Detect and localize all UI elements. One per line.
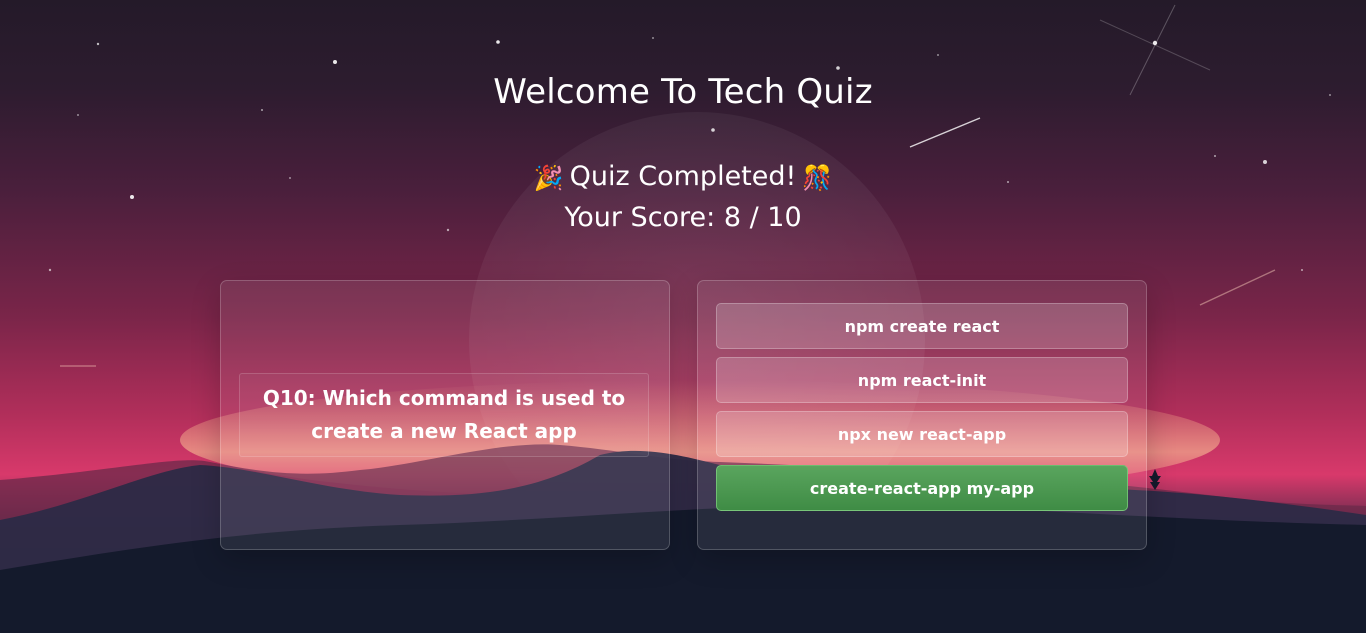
shooting-star: [1199, 269, 1276, 306]
score-text: Your Score: 8 / 10: [564, 202, 802, 233]
question-text: Which command is used to create a new Re…: [311, 386, 626, 443]
completion-message: 🎉 Quiz Completed! 🎊: [0, 158, 1366, 196]
answer-option[interactable]: npx new react-app: [716, 411, 1128, 457]
tree-silhouette: [1149, 469, 1161, 490]
party-popper-icon: 🎉: [533, 163, 564, 192]
question-text-wrapper: Q10: Which command is used to create a n…: [260, 382, 628, 448]
shooting-star: [1099, 19, 1211, 71]
answer-option-correct[interactable]: create-react-app my-app: [716, 465, 1128, 511]
quiz-result: 🎉 Quiz Completed! 🎊 Your Score: 8 / 10: [0, 158, 1366, 233]
confetti-ball-icon: 🎊: [802, 163, 833, 192]
question-number: Q10:: [262, 386, 316, 410]
shooting-star: [909, 117, 981, 148]
answer-options: npm create react npm react-init npx new …: [716, 303, 1128, 519]
options-panel: npm create react npm react-init npx new …: [697, 280, 1147, 550]
answer-option[interactable]: npm react-init: [716, 357, 1128, 403]
page-title: Welcome To Tech Quiz: [493, 72, 873, 112]
answer-option[interactable]: npm create react: [716, 303, 1128, 349]
question-card: Q10: Which command is used to create a n…: [239, 373, 649, 457]
completion-text: Quiz Completed!: [569, 161, 797, 192]
question-panel: Q10: Which command is used to create a n…: [220, 280, 670, 550]
quiz-page: Welcome To Tech Quiz 🎉 Quiz Completed! 🎊 Y…: [0, 0, 1366, 633]
